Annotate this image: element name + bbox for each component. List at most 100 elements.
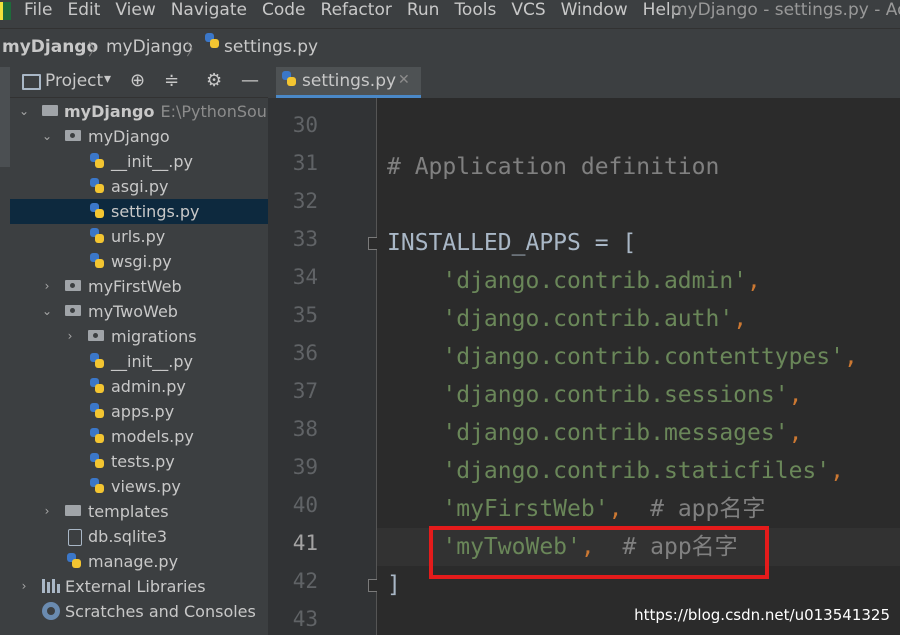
tree-item-file[interactable]: __init__.py bbox=[10, 149, 268, 174]
package-folder-icon bbox=[65, 280, 81, 291]
folder-icon bbox=[65, 505, 81, 516]
menu-view[interactable]: View bbox=[115, 0, 155, 20]
menu-refactor[interactable]: Refactor bbox=[321, 0, 392, 20]
tree-item-external-libraries[interactable]: › External Libraries bbox=[10, 574, 268, 599]
line-number: 39 bbox=[292, 455, 318, 479]
tree-item-file[interactable]: tests.py bbox=[10, 449, 268, 474]
code-line-34: 'django.contrib.admin', bbox=[442, 268, 761, 294]
code-bracket: ] bbox=[387, 572, 401, 598]
python-file-icon bbox=[90, 228, 104, 244]
tree-item-label: External Libraries bbox=[65, 577, 206, 596]
line-number: 33 bbox=[292, 227, 318, 251]
menu-code[interactable]: Code bbox=[262, 0, 306, 20]
chevron-down-icon[interactable]: ⌄ bbox=[41, 124, 53, 149]
python-file-icon bbox=[90, 178, 104, 194]
folder-icon bbox=[42, 105, 58, 116]
tree-item-templates[interactable]: › templates bbox=[10, 499, 268, 524]
python-file-icon bbox=[90, 453, 104, 469]
code-operator: = [ bbox=[580, 230, 637, 256]
code-line-37: 'django.contrib.sessions', bbox=[442, 382, 803, 408]
collapse-all-icon[interactable]: ≑ bbox=[164, 70, 179, 91]
editor-tab-bar: settings.py ✕ bbox=[268, 67, 900, 99]
code-string: 'django.contrib.contenttypes' bbox=[442, 344, 844, 370]
line-number: 40 bbox=[292, 493, 318, 517]
python-file-icon bbox=[90, 403, 104, 419]
close-icon[interactable]: ✕ bbox=[398, 72, 410, 88]
menu-edit[interactable]: Edit bbox=[67, 0, 100, 20]
breadcrumb-package[interactable]: myDjango bbox=[106, 37, 193, 57]
tree-item-mydjango-package[interactable]: ⌄ myDjango bbox=[10, 124, 268, 149]
tree-item-myfirstweb[interactable]: › myFirstWeb bbox=[10, 274, 268, 299]
pycharm-app-icon bbox=[0, 2, 11, 20]
python-file-icon bbox=[90, 153, 104, 169]
tree-item-file[interactable]: admin.py bbox=[10, 374, 268, 399]
chevron-right-icon[interactable]: › bbox=[41, 274, 53, 299]
breadcrumb-separator-icon: 〉 bbox=[88, 40, 105, 59]
python-file-icon bbox=[90, 353, 104, 369]
window-title: myDjango - settings.py - Adm bbox=[671, 0, 900, 20]
code-line-39: 'django.contrib.staticfiles', bbox=[442, 458, 844, 484]
tree-item-file[interactable]: db.sqlite3 bbox=[10, 524, 268, 549]
tree-item-label: urls.py bbox=[111, 227, 166, 246]
menu-window[interactable]: Window bbox=[561, 0, 628, 20]
current-line-number: 41 bbox=[292, 531, 318, 555]
chevron-down-icon[interactable]: ⌄ bbox=[18, 99, 30, 124]
locate-file-icon[interactable]: ⊕ bbox=[130, 70, 145, 91]
code-string: 'django.contrib.staticfiles' bbox=[442, 458, 831, 484]
tree-item-file[interactable]: manage.py bbox=[10, 549, 268, 574]
tree-item-migrations[interactable]: › migrations bbox=[10, 324, 268, 349]
python-file-icon bbox=[90, 253, 104, 269]
chevron-right-icon[interactable]: › bbox=[64, 324, 76, 349]
project-panel-title[interactable]: Project bbox=[45, 71, 103, 91]
tree-item-mytwoweb[interactable]: ⌄ myTwoWeb bbox=[10, 299, 268, 324]
python-file-icon bbox=[90, 378, 104, 394]
package-folder-icon bbox=[88, 330, 104, 341]
tree-item-label: tests.py bbox=[111, 452, 175, 471]
tree-item-file[interactable]: wsgi.py bbox=[10, 249, 268, 274]
python-file-icon bbox=[90, 203, 104, 219]
line-number: 34 bbox=[292, 265, 318, 289]
tree-item-file[interactable]: urls.py bbox=[10, 224, 268, 249]
tree-item-label: models.py bbox=[111, 427, 194, 446]
tab-settings-py[interactable]: settings.py ✕ bbox=[276, 67, 421, 98]
code-comment: # app名字 bbox=[650, 496, 766, 522]
tree-item-file-selected[interactable]: settings.py bbox=[10, 199, 268, 224]
project-tool-window-tab[interactable] bbox=[0, 67, 10, 167]
chevron-down-icon[interactable]: ▾ bbox=[104, 71, 111, 87]
line-number-gutter: 30 31 32 33 34 35 36 37 38 39 40 41 42 4… bbox=[268, 98, 381, 635]
line-number: 43 bbox=[292, 607, 318, 631]
project-view-icon bbox=[22, 74, 41, 90]
chevron-right-icon[interactable]: › bbox=[41, 499, 53, 524]
menu-file[interactable]: File bbox=[24, 0, 52, 20]
code-line-31: # Application definition bbox=[387, 148, 719, 186]
line-number: 31 bbox=[292, 151, 318, 175]
libraries-icon bbox=[42, 579, 60, 593]
project-panel-header: Project ▾ ⊕ ≑ ⚙ — bbox=[10, 67, 268, 98]
chevron-right-icon[interactable]: › bbox=[18, 574, 30, 599]
hide-panel-icon[interactable]: — bbox=[241, 70, 259, 91]
tree-item-mydjango-root[interactable]: ⌄ myDjango E:\PythonSour bbox=[10, 99, 274, 124]
chevron-down-icon[interactable]: ⌄ bbox=[41, 299, 53, 324]
tree-item-file[interactable]: apps.py bbox=[10, 399, 268, 424]
line-number: 30 bbox=[292, 113, 318, 137]
breadcrumb-project[interactable]: myDjango bbox=[2, 37, 98, 57]
tree-item-label: views.py bbox=[111, 477, 181, 496]
gear-icon[interactable]: ⚙ bbox=[206, 70, 222, 91]
tree-item-file[interactable]: __init__.py bbox=[10, 349, 268, 374]
tab-label: settings.py bbox=[302, 71, 397, 91]
menu-vcs[interactable]: VCS bbox=[511, 0, 545, 20]
menu-items: File Edit View Navigate Code Refactor Run Tools… bbox=[24, 0, 696, 20]
tree-item-label: admin.py bbox=[111, 377, 186, 396]
breadcrumb-file[interactable]: settings.py bbox=[224, 37, 318, 57]
tree-item-label: wsgi.py bbox=[111, 252, 172, 271]
tree-item-file[interactable]: views.py bbox=[10, 474, 268, 499]
menu-run[interactable]: Run bbox=[407, 0, 440, 20]
code-line-40: 'myFirstWeb', # app名字 bbox=[442, 496, 766, 522]
tree-item-file[interactable]: models.py bbox=[10, 424, 268, 449]
tree-item-scratches[interactable]: Scratches and Consoles bbox=[10, 599, 268, 624]
menu-navigate[interactable]: Navigate bbox=[171, 0, 247, 20]
line-number: 32 bbox=[292, 189, 318, 213]
breadcrumb: myDjango 〉 myDjango 〉 settings.py bbox=[0, 28, 900, 68]
menu-tools[interactable]: Tools bbox=[454, 0, 496, 20]
tree-item-file[interactable]: asgi.py bbox=[10, 174, 268, 199]
